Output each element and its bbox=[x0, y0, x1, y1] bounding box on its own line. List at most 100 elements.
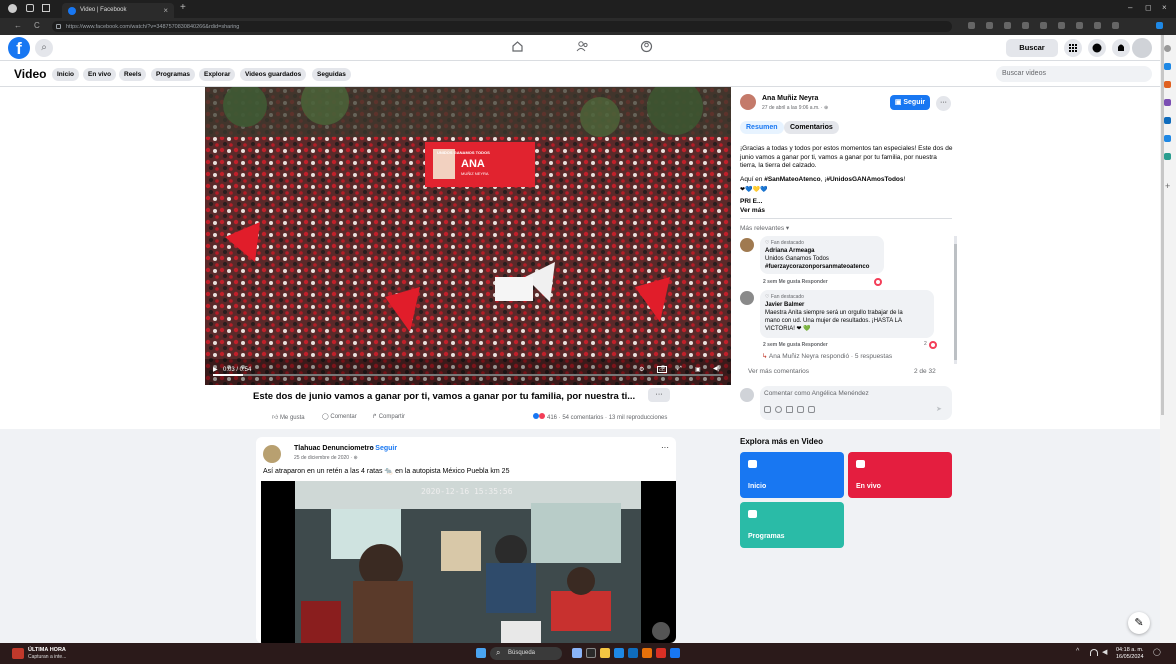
comment-input[interactable]: Comentar como Angélica Menéndez ➤ bbox=[760, 386, 952, 420]
office-icon[interactable] bbox=[642, 648, 652, 658]
menu-grid-icon[interactable] bbox=[1064, 39, 1082, 57]
sidebar-app-icon[interactable] bbox=[1164, 135, 1171, 142]
like-button[interactable]: 👍︎ Me gusta bbox=[272, 413, 305, 421]
task-view-icon[interactable] bbox=[586, 648, 596, 658]
author-avatar[interactable] bbox=[740, 94, 756, 110]
tab-reels[interactable]: Reels bbox=[119, 68, 147, 81]
post-more-button[interactable]: ··· bbox=[661, 443, 669, 452]
tray-chevron-icon[interactable]: ^ bbox=[1076, 648, 1079, 655]
file-explorer-icon[interactable] bbox=[600, 648, 610, 658]
share-button[interactable]: ↱ Compartir bbox=[372, 413, 405, 420]
commenter-name[interactable]: Javier Balmer bbox=[765, 301, 929, 309]
url-field[interactable]: https://www.facebook.com/watch/?v=348757… bbox=[52, 21, 952, 32]
messenger-icon[interactable] bbox=[1088, 39, 1106, 57]
see-more-link[interactable]: Ver más bbox=[740, 207, 765, 214]
send-icon[interactable]: ➤ bbox=[936, 405, 942, 413]
account-avatar[interactable] bbox=[1132, 38, 1152, 58]
tab-programas[interactable]: Programas bbox=[151, 68, 195, 81]
new-tab-button[interactable]: + bbox=[180, 2, 186, 13]
search-icon[interactable]: ⌕ bbox=[35, 39, 53, 57]
workspaces-icon[interactable] bbox=[26, 4, 34, 12]
groups-icon[interactable] bbox=[640, 40, 653, 56]
sidebar-search-icon[interactable] bbox=[1164, 45, 1171, 52]
tab-seguidas[interactable]: Seguidas bbox=[312, 68, 351, 81]
video-search-input[interactable]: Buscar videos bbox=[996, 66, 1152, 82]
more-options-icon[interactable] bbox=[1112, 22, 1119, 29]
page-scrollbar[interactable] bbox=[1161, 35, 1164, 415]
browser-tab-video[interactable]: Video | Facebook × bbox=[62, 3, 174, 18]
post-page-name[interactable]: Tlahuac Denunciometro bbox=[294, 445, 374, 452]
taskbar-search[interactable]: ⌕ Búsqueda bbox=[490, 647, 562, 660]
facebook-logo[interactable]: f bbox=[8, 37, 30, 59]
picture-in-picture-icon[interactable]: ▣ bbox=[695, 366, 701, 373]
close-window-button[interactable]: × bbox=[1162, 3, 1167, 12]
clock-date[interactable]: 16/05/2024 bbox=[1116, 654, 1144, 660]
new-message-button[interactable]: ✎ bbox=[1128, 612, 1150, 634]
sidebar-app-icon[interactable] bbox=[1164, 117, 1171, 124]
gif-icon[interactable] bbox=[797, 406, 804, 413]
hashtag-unidosganamostodos[interactable]: #UnidosGANAmosTodos bbox=[826, 176, 903, 183]
clock-time[interactable]: 04:18 a. m. bbox=[1116, 647, 1144, 653]
maximize-button[interactable]: ◻ bbox=[1145, 3, 1152, 12]
read-aloud-icon[interactable] bbox=[968, 22, 975, 29]
tab-summary[interactable]: Resumen bbox=[740, 121, 784, 134]
store-icon[interactable] bbox=[628, 648, 638, 658]
browser-essentials-icon[interactable] bbox=[1094, 22, 1101, 29]
fullscreen-expand-icon[interactable]: ⤢ bbox=[677, 366, 682, 373]
tab-videos-guardados[interactable]: Videos guardados bbox=[240, 68, 307, 81]
replies-link[interactable]: ↳ Ana Muñiz Neyra respondió · 5 respuest… bbox=[762, 352, 892, 360]
settings-gear-icon[interactable]: ⚙ bbox=[639, 366, 644, 373]
camera-icon[interactable] bbox=[786, 406, 793, 413]
tab-explorar[interactable]: Explorar bbox=[199, 68, 236, 81]
sidebar-app-icon[interactable] bbox=[1164, 81, 1171, 88]
news-widget-title[interactable]: ÚLTIMA HORA bbox=[28, 647, 66, 653]
sidebar-app-icon[interactable] bbox=[1164, 63, 1171, 70]
post-date[interactable]: 27 de abril a las 9:06 a.m. · ⊕ bbox=[762, 105, 828, 111]
post-video[interactable]: 2020-12-16 15:35:56 bbox=[261, 481, 676, 643]
news-widget-icon[interactable] bbox=[12, 648, 24, 659]
sticker-icon[interactable] bbox=[764, 406, 771, 413]
explore-tile-inicio[interactable]: Inicio bbox=[740, 452, 844, 498]
post-follow-link[interactable]: · Seguir bbox=[371, 445, 397, 452]
volume-tray-icon[interactable]: ◀ bbox=[1102, 648, 1107, 656]
page-avatar[interactable] bbox=[263, 445, 281, 463]
facebook-taskbar-icon[interactable] bbox=[670, 648, 680, 658]
back-button[interactable]: ← bbox=[14, 21, 22, 30]
edge-browser-icon[interactable] bbox=[614, 648, 624, 658]
tab-inicio[interactable]: Inicio bbox=[52, 68, 79, 81]
follow-button[interactable]: ▣ Seguir bbox=[890, 95, 930, 110]
tab-close-icon[interactable]: × bbox=[163, 6, 168, 15]
hashtag-sanmateoatenco[interactable]: #SanMateoAtenco bbox=[764, 176, 820, 183]
most-relevant-dropdown[interactable]: Más relevantes ▾ bbox=[740, 224, 789, 232]
love-reaction-icon[interactable] bbox=[874, 278, 882, 286]
tab-actions-icon[interactable] bbox=[42, 4, 50, 12]
comment-button[interactable]: ◯ Comentar bbox=[322, 413, 357, 420]
comment-hashtag[interactable]: #fuerzaycorazonporsanmateoatenco bbox=[765, 263, 879, 271]
widgets-icon[interactable] bbox=[572, 648, 582, 658]
avatar-sticker-icon[interactable] bbox=[808, 406, 815, 413]
comment-meta[interactable]: 2 sem Me gusta Responder bbox=[763, 342, 828, 348]
love-reaction-icon[interactable] bbox=[929, 341, 937, 349]
comment-meta[interactable]: 2 sem Me gusta Responder bbox=[763, 279, 828, 285]
emoji-icon[interactable] bbox=[775, 406, 782, 413]
notification-center-icon[interactable]: ◯ bbox=[1153, 648, 1161, 656]
tab-comments[interactable]: Comentarios bbox=[784, 121, 839, 134]
star-icon[interactable] bbox=[1004, 22, 1011, 29]
sidebar-app-icon[interactable] bbox=[1164, 99, 1171, 106]
commenter-avatar[interactable] bbox=[740, 291, 754, 305]
chrome-icon[interactable] bbox=[656, 648, 666, 658]
more-comments-link[interactable]: Ver más comentarios bbox=[748, 368, 809, 375]
sidebar-add-icon[interactable]: + bbox=[1165, 181, 1170, 191]
video-player[interactable]: UNIDOS GANAMOS TODOS ANA MUÑIZ NEYRA ▶ 0… bbox=[205, 87, 731, 385]
favorites-icon[interactable] bbox=[1058, 22, 1065, 29]
profile-icon[interactable] bbox=[8, 4, 17, 13]
video-more-button[interactable]: ··· bbox=[648, 388, 670, 402]
sidebar-app-icon[interactable] bbox=[1164, 153, 1171, 160]
post-options-button[interactable]: ··· bbox=[936, 96, 951, 111]
post-author-name[interactable]: Ana Muñiz Neyra bbox=[762, 95, 818, 102]
translate-icon[interactable] bbox=[986, 22, 993, 29]
comments-scrollbar-thumb[interactable] bbox=[954, 244, 957, 360]
captions-icon[interactable]: CC bbox=[657, 366, 667, 373]
copilot-icon[interactable] bbox=[1156, 22, 1163, 29]
play-icon[interactable]: ▶ bbox=[213, 366, 218, 373]
